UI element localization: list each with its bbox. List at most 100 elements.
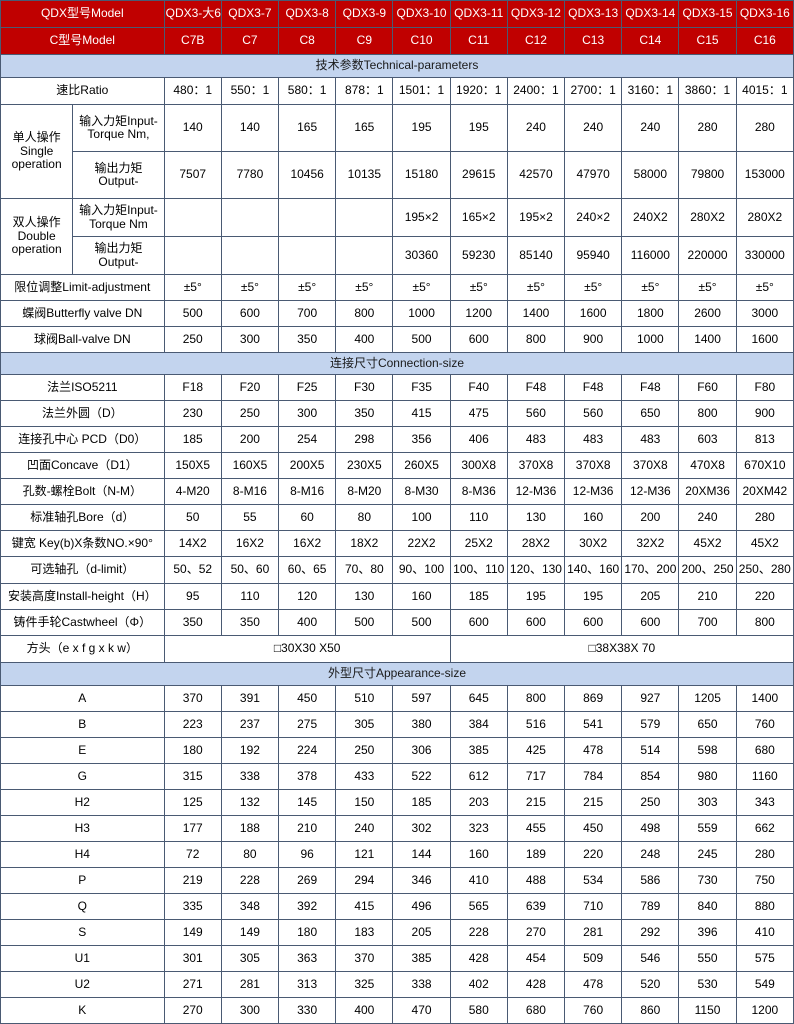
value-appearance-0-9: 1205 bbox=[678, 685, 737, 712]
value-appearance-6-4: 144 bbox=[392, 841, 451, 868]
value-connection-3-10: 670X10 bbox=[735, 452, 794, 479]
value-limit-3: ±5° bbox=[335, 274, 394, 301]
row-label-appearance-6: H4 bbox=[0, 841, 165, 868]
value-appearance-2-10: 680 bbox=[735, 737, 794, 764]
qdx-model-6: QDX3-12 bbox=[506, 0, 566, 28]
value-ratio-5: 1920：1 bbox=[449, 77, 508, 105]
value-double-output-1 bbox=[220, 236, 280, 275]
value-double-output-4: 30360 bbox=[392, 236, 451, 275]
value-connection-1-3: 350 bbox=[335, 400, 394, 427]
value-appearance-10-10: 575 bbox=[735, 945, 794, 972]
data-row-connection-0: 法兰ISO5211 F18 F20 F25 F30 F35 F40 F48 F48 F48 F60 F… bbox=[0, 374, 794, 401]
value-connection-3-0: 150X5 bbox=[163, 452, 222, 479]
value-connection-1-10: 900 bbox=[735, 400, 794, 427]
data-row-appearance-2: E 180 192 224 250 306 385 425 478 514 598 680 bbox=[0, 737, 794, 764]
value-butterfly-0: 500 bbox=[163, 300, 222, 327]
value-butterfly-6: 1400 bbox=[506, 300, 566, 327]
value-appearance-12-8: 860 bbox=[621, 997, 680, 1024]
value-appearance-7-6: 488 bbox=[506, 867, 566, 894]
data-row-connection-9: 铸件手轮Castwheel（Φ） 350 350 400 500 500 600 600 600… bbox=[0, 609, 794, 636]
value-appearance-9-10: 410 bbox=[735, 919, 794, 946]
value-connection-6-4: 22X2 bbox=[392, 530, 451, 557]
c-model-7: C13 bbox=[564, 27, 623, 55]
c-model-10: C16 bbox=[735, 27, 794, 55]
value-single-output-1: 7780 bbox=[220, 151, 280, 199]
value-connection-7-0: 50、52 bbox=[163, 556, 222, 584]
value-appearance-3-6: 717 bbox=[506, 763, 566, 790]
value-ratio-7: 2700：1 bbox=[564, 77, 623, 105]
value-double-input-10: 280X2 bbox=[735, 198, 794, 237]
data-row-appearance-6: H4 72 80 96 121 144 160 189 220 248 245 280 bbox=[0, 841, 794, 868]
data-row-single-input: 单人操作 Single operation 输入力矩Input-Torque Nm… bbox=[0, 104, 794, 199]
value-appearance-3-2: 378 bbox=[278, 763, 337, 790]
value-ratio-1: 550：1 bbox=[220, 77, 280, 105]
value-appearance-12-3: 400 bbox=[335, 997, 394, 1024]
row-label-connection-9: 铸件手轮Castwheel（Φ） bbox=[0, 609, 165, 636]
value-connection-4-1: 8-M16 bbox=[220, 478, 280, 505]
value-connection-8-5: 185 bbox=[449, 583, 508, 610]
qdx-model-header: QDX型号Model bbox=[0, 0, 165, 28]
value-appearance-5-9: 559 bbox=[678, 815, 737, 842]
value-appearance-0-2: 450 bbox=[278, 685, 337, 712]
row-label-double-input: 输入力矩Input-Torque Nm bbox=[72, 198, 165, 237]
value-connection-9-4: 500 bbox=[392, 609, 451, 636]
data-row-appearance-9: S 149 149 180 183 205 228 270 281 292 396 410 bbox=[0, 919, 794, 946]
value-ball-9: 1400 bbox=[678, 326, 737, 353]
section-header-connection: 连接尺寸Connection-size bbox=[0, 352, 794, 375]
value-connection-1-1: 250 bbox=[220, 400, 280, 427]
value-appearance-0-0: 370 bbox=[163, 685, 222, 712]
value-double-input-4: 195×2 bbox=[392, 198, 451, 237]
qdx-model-0: QDX3-大6 bbox=[163, 0, 222, 28]
value-connection-2-10: 813 bbox=[735, 426, 794, 453]
qdx-model-10: QDX3-16 bbox=[735, 0, 794, 28]
value-double-input-2 bbox=[278, 198, 337, 237]
value-connection-9-0: 350 bbox=[163, 609, 222, 636]
value-connection-7-5: 100、110 bbox=[449, 556, 508, 584]
value-appearance-3-8: 854 bbox=[621, 763, 680, 790]
value-appearance-4-2: 145 bbox=[278, 789, 337, 816]
value-connection-5-9: 240 bbox=[678, 504, 737, 531]
value-appearance-3-9: 980 bbox=[678, 763, 737, 790]
value-appearance-8-7: 710 bbox=[564, 893, 623, 920]
data-row-appearance-11: U2 271 281 313 325 338 402 428 478 520 530 549 bbox=[0, 971, 794, 998]
value-single-input-8: 240 bbox=[621, 104, 680, 152]
value-appearance-1-0: 223 bbox=[163, 711, 222, 738]
row-label-appearance-1: B bbox=[0, 711, 165, 738]
data-row-single-output: 输出力矩 Output- 7507 7780 10456 10135 15180 29615… bbox=[1, 151, 794, 199]
value-appearance-3-3: 433 bbox=[335, 763, 394, 790]
value-ball-3: 400 bbox=[335, 326, 394, 353]
value-connection-0-1: F20 bbox=[220, 374, 280, 401]
value-double-output-0 bbox=[163, 236, 222, 275]
c-model-1: C7 bbox=[220, 27, 280, 55]
specification-table: QDX型号Model QDX3-大6 QDX3-7 QDX3-8 QDX3-9 QDX3-… bbox=[0, 0, 794, 1024]
value-appearance-6-9: 245 bbox=[678, 841, 737, 868]
value-limit-10: ±5° bbox=[735, 274, 794, 301]
qdx-model-3: QDX3-9 bbox=[335, 0, 394, 28]
value-ball-7: 900 bbox=[564, 326, 623, 353]
value-appearance-8-10: 880 bbox=[735, 893, 794, 920]
value-connection-5-7: 160 bbox=[564, 504, 623, 531]
section-row-connection: 连接尺寸Connection-size bbox=[0, 352, 794, 375]
value-connection-6-10: 45X2 bbox=[735, 530, 794, 557]
value-ball-10: 1600 bbox=[735, 326, 794, 353]
value-single-input-1: 140 bbox=[220, 104, 280, 152]
value-connection-3-6: 370X8 bbox=[506, 452, 566, 479]
value-connection-0-0: F18 bbox=[163, 374, 222, 401]
value-appearance-11-1: 281 bbox=[220, 971, 280, 998]
value-ratio-10: 4015：1 bbox=[735, 77, 794, 105]
value-appearance-8-9: 840 bbox=[678, 893, 737, 920]
value-appearance-1-10: 760 bbox=[735, 711, 794, 738]
value-connection-6-5: 25X2 bbox=[449, 530, 508, 557]
value-connection-5-10: 280 bbox=[735, 504, 794, 531]
value-connection-9-10: 800 bbox=[735, 609, 794, 636]
value-appearance-5-5: 323 bbox=[449, 815, 508, 842]
value-appearance-11-7: 478 bbox=[564, 971, 623, 998]
value-appearance-10-0: 301 bbox=[163, 945, 222, 972]
value-appearance-10-8: 546 bbox=[621, 945, 680, 972]
c-model-5: C11 bbox=[449, 27, 508, 55]
value-connection-8-1: 110 bbox=[220, 583, 280, 610]
value-appearance-7-7: 534 bbox=[564, 867, 623, 894]
value-connection-6-7: 30X2 bbox=[564, 530, 623, 557]
data-row-appearance-3: G 315 338 378 433 522 612 717 784 854 980 1160 bbox=[0, 763, 794, 790]
value-appearance-3-0: 315 bbox=[163, 763, 222, 790]
